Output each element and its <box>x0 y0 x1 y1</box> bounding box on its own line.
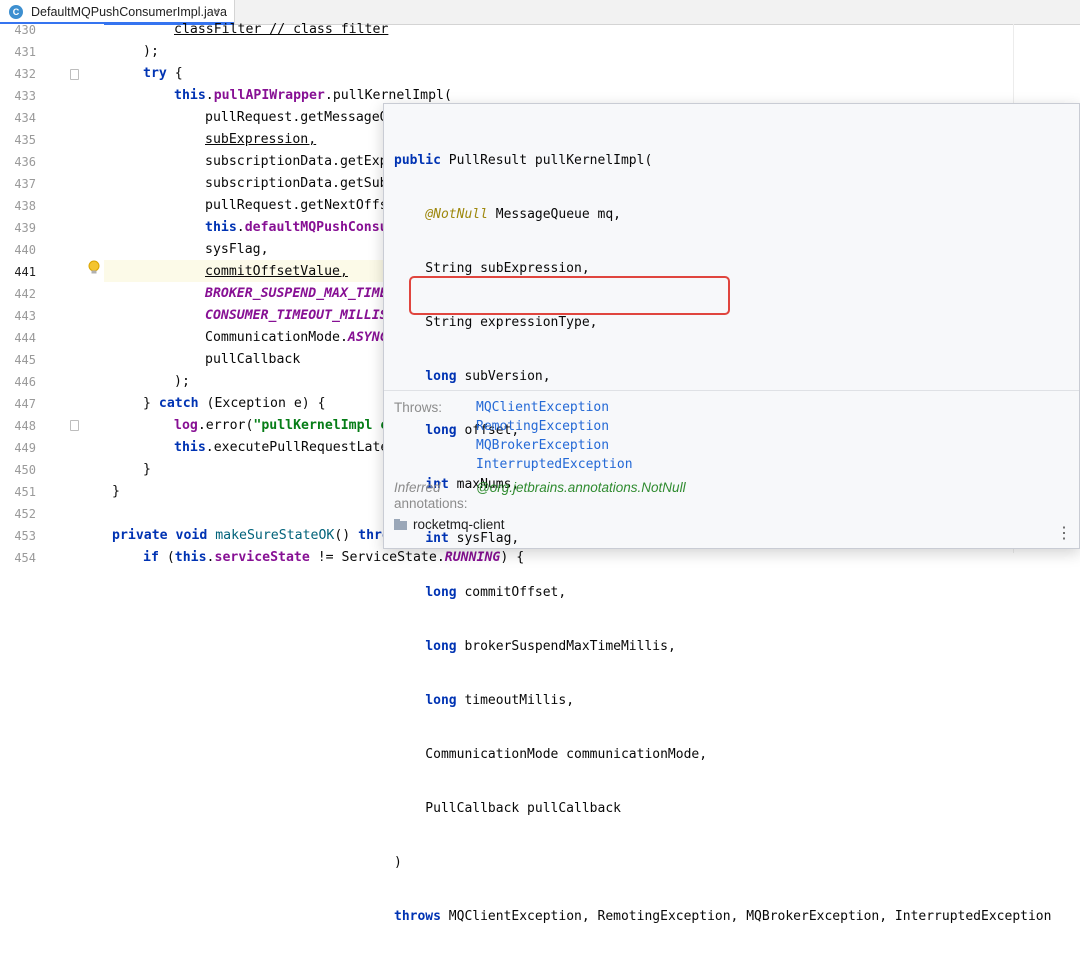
line-number[interactable]: 444 <box>10 327 36 349</box>
signature-line: long timeoutMillis, <box>425 693 575 708</box>
throws-label: Throws: <box>394 400 443 415</box>
line-number[interactable]: 440 <box>10 239 36 261</box>
line-number[interactable]: 435 <box>10 129 36 151</box>
throws-link[interactable]: InterruptedException <box>476 455 633 474</box>
line-number[interactable]: 451 <box>10 481 36 503</box>
code-line: ); <box>174 374 190 389</box>
highlight-box <box>409 276 730 315</box>
popup-divider <box>384 390 1079 391</box>
signature-line: long subVersion, <box>425 369 551 384</box>
code-line: } <box>143 462 151 477</box>
line-number[interactable]: 441 <box>10 261 36 283</box>
folder-icon <box>394 519 407 530</box>
code-line: ); <box>143 44 159 59</box>
inferred-annotation-value[interactable]: @org.jetbrains.annotations.NotNull <box>476 480 686 495</box>
signature-line: String expressionType, <box>394 315 598 330</box>
code-line: private void makeSureStateOK() thro <box>112 528 390 543</box>
line-number[interactable]: 445 <box>10 349 36 371</box>
close-icon[interactable]: × <box>213 4 220 18</box>
code-line: CommunicationMode.ASYNC <box>205 330 388 345</box>
line-number[interactable]: 433 <box>10 85 36 107</box>
signature-line: CommunicationMode communicationMode, <box>394 747 708 762</box>
line-number[interactable]: 447 <box>10 393 36 415</box>
throws-link[interactable]: MQBrokerException <box>476 436 633 455</box>
throws-link[interactable]: MQClientException <box>476 398 633 417</box>
code-line: } catch (Exception e) { <box>143 396 326 411</box>
line-number[interactable]: 442 <box>10 283 36 305</box>
code-line: try { <box>143 66 183 81</box>
code-line: subscriptionData.getExp <box>205 154 388 169</box>
code-line: subExpression, <box>205 132 317 147</box>
line-number[interactable]: 432 <box>10 63 36 85</box>
line-number-gutter[interactable]: 430 431 432 433 434 435 436 437 438 439 440 441 442 4… <box>0 23 104 565</box>
line-number[interactable]: 446 <box>10 371 36 393</box>
more-options-icon[interactable]: ⋮ <box>1056 526 1072 542</box>
signature-line: long brokerSuspendMaxTimeMillis, <box>425 639 676 654</box>
code-line: pullCallback <box>205 352 301 367</box>
line-number[interactable]: 436 <box>10 151 36 173</box>
module-name: rocketmq-client <box>413 517 505 532</box>
inferred-annotations-label: Inferred annotations: <box>394 480 468 511</box>
signature-line: @NotNull MessageQueue mq, <box>425 207 621 222</box>
line-number[interactable]: 454 <box>10 547 36 569</box>
signature-line: long commitOffset, <box>425 585 567 600</box>
code-line: log.error("pullKernelImpl e <box>174 418 389 433</box>
code-line: subscriptionData.getSub <box>205 176 388 191</box>
code-line: this.defaultMQPushConsu <box>205 220 388 235</box>
line-number[interactable]: 453 <box>10 525 36 547</box>
line-number[interactable]: 452 <box>10 503 36 525</box>
code-line: classFilter // class filter <box>174 22 389 37</box>
editor-tab-bar: C DefaultMQPushConsumerImpl.java × <box>0 0 1080 25</box>
code-line: BROKER_SUSPEND_MAX_TIME <box>205 286 388 301</box>
code-line: this.executePullRequestLate <box>174 440 389 455</box>
quick-documentation-popup[interactable]: public PullResult pullKernelImpl( @NotNu… <box>383 103 1080 924</box>
line-number[interactable]: 437 <box>10 173 36 195</box>
throws-list: MQClientException RemotingException MQBr… <box>476 398 633 474</box>
code-line: commitOffsetValue, <box>205 264 348 279</box>
line-number[interactable]: 431 <box>10 41 36 63</box>
line-number[interactable]: 434 <box>10 107 36 129</box>
line-number[interactable]: 450 <box>10 459 36 481</box>
file-tab-label: DefaultMQPushConsumerImpl.java <box>31 5 227 19</box>
signature-line: public PullResult pullKernelImpl( <box>394 153 653 168</box>
fold-marker-icon[interactable] <box>70 69 79 80</box>
fold-marker-icon[interactable] <box>70 420 79 431</box>
signature-line: ) <box>394 855 402 870</box>
method-signature: public PullResult pullKernelImpl( @NotNu… <box>394 116 1051 962</box>
line-number[interactable]: 438 <box>10 195 36 217</box>
lightbulb-icon[interactable] <box>87 260 101 276</box>
module-info: rocketmq-client <box>394 517 505 532</box>
line-number[interactable]: 439 <box>10 217 36 239</box>
signature-line: throws MQClientException, RemotingExcept… <box>394 909 1052 924</box>
throws-link[interactable]: RemotingException <box>476 417 633 436</box>
code-line: } <box>112 484 120 499</box>
signature-line: PullCallback pullCallback <box>394 801 621 816</box>
code-line: pullRequest.getNextOffs <box>205 198 388 213</box>
code-line: pullRequest.getMessageQ <box>205 110 388 125</box>
class-icon: C <box>9 5 23 19</box>
line-number[interactable]: 430 <box>10 19 36 41</box>
signature-line: int sysFlag, <box>425 531 520 546</box>
code-line: sysFlag, <box>205 242 269 257</box>
line-number[interactable]: 449 <box>10 437 36 459</box>
line-number[interactable]: 448 <box>10 415 36 437</box>
line-number[interactable]: 443 <box>10 305 36 327</box>
code-line: CONSUMER_TIMEOUT_MILLIS <box>205 308 388 323</box>
